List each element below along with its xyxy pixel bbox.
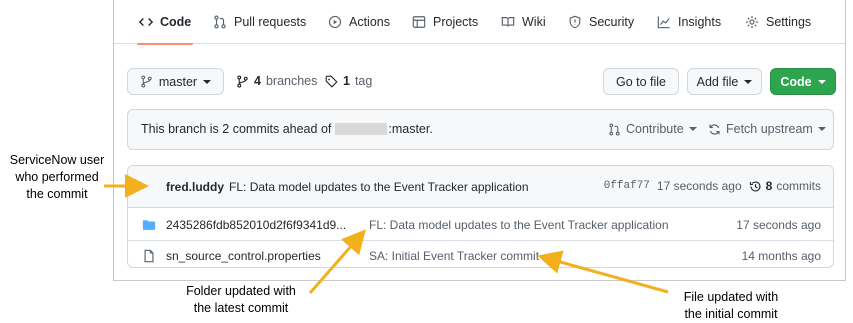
tab-settings[interactable]: Settings <box>745 0 811 44</box>
folder-icon <box>142 220 156 230</box>
add-file-button[interactable]: Add file <box>687 68 762 95</box>
annotation-file-line: File updated with <box>683 290 779 304</box>
tab-pull-requests-label: Pull requests <box>234 15 307 29</box>
file-icon <box>144 249 154 263</box>
commit-age: 17 seconds ago <box>656 179 742 193</box>
branch-status-banner: This branch is 2 commits ahead of :maste… <box>127 109 834 150</box>
redacted-owner <box>335 123 388 135</box>
sync-icon <box>709 123 720 135</box>
commit-sha[interactable]: 0ffaf77 <box>604 180 650 192</box>
tab-projects-label: Projects <box>433 15 479 29</box>
branch-select-button[interactable]: master <box>127 68 224 95</box>
repo-tab-bar: Code Pull requests Actions Projects Wiki… <box>114 0 845 45</box>
tab-actions-label: Actions <box>349 15 390 29</box>
tab-insights[interactable]: Insights <box>657 0 721 44</box>
shield-icon <box>569 15 581 29</box>
history-icon <box>749 180 761 192</box>
tab-wiki-label: Wiki <box>522 15 546 29</box>
commits-label: commits <box>776 179 821 193</box>
file-commit-message[interactable]: FL: Data model updates to the Event Trac… <box>369 218 669 232</box>
tab-projects[interactable]: Projects <box>412 0 478 44</box>
go-to-file-button[interactable]: Go to file <box>603 68 679 95</box>
chevron-down-icon <box>744 79 753 84</box>
annotation-folder: Folder updated with the latest commit <box>171 283 311 317</box>
annotation-folder-line: Folder updated with <box>186 284 296 298</box>
chevron-down-icon <box>817 79 826 84</box>
tab-wiki[interactable]: Wiki <box>501 0 546 44</box>
commit-message[interactable]: FL: Data model updates to the Event Trac… <box>229 180 529 194</box>
file-name[interactable]: 2435286fdb852010d2f6f9341d9... <box>166 218 346 232</box>
commits-history-link[interactable]: 8 commits <box>749 179 821 193</box>
annotation-folder-line: the latest commit <box>193 301 289 315</box>
branch-status-text: This branch is 2 commits ahead of :maste… <box>141 122 433 136</box>
add-file-label: Add file <box>696 74 739 89</box>
branch-status-after: :master. <box>388 122 433 136</box>
tab-pull-requests[interactable]: Pull requests <box>213 0 306 44</box>
branch-icon <box>237 74 248 88</box>
contribute-label: Contribute <box>626 122 684 136</box>
gear-icon <box>746 16 758 28</box>
code-icon <box>139 18 153 26</box>
latest-commit-bar: fred.luddy FL: Data model updates to the… <box>128 166 833 208</box>
file-name[interactable]: sn_source_control.properties <box>166 249 321 263</box>
tab-actions[interactable]: Actions <box>328 0 390 44</box>
go-to-file-label: Go to file <box>615 74 667 89</box>
tab-security-label: Security <box>589 15 635 29</box>
pull-request-icon <box>214 15 226 29</box>
file-commit-message[interactable]: SA: Initial Event Tracker commit <box>369 249 539 263</box>
tab-security[interactable]: Security <box>568 0 634 44</box>
branch-icon <box>141 75 152 88</box>
code-button[interactable]: Code <box>770 68 836 95</box>
annotation-file: File updated with the initial commit <box>661 289 801 323</box>
file-list: fred.luddy FL: Data model updates to the… <box>127 165 834 268</box>
contribute-button[interactable]: Contribute <box>608 122 697 136</box>
tag-icon <box>325 75 338 88</box>
tab-code-label: Code <box>160 15 192 29</box>
latest-commit-meta: 0ffaf77 17 seconds ago 8 commits <box>604 179 821 193</box>
chevron-down-icon <box>688 127 697 131</box>
book-icon <box>501 17 515 27</box>
file-commit-age: 14 months ago <box>741 249 821 263</box>
annotation-user-line: the commit <box>26 187 88 201</box>
branches-link[interactable]: 4 branches <box>236 72 317 90</box>
file-commit-age: 17 seconds ago <box>736 218 821 232</box>
branches-label: branches <box>265 74 318 88</box>
tags-label: tag <box>354 74 373 88</box>
file-row[interactable]: sn_source_control.properties SA: Initial… <box>128 240 833 267</box>
github-repo-screenshot: Code Pull requests Actions Projects Wiki… <box>113 0 846 281</box>
table-icon <box>412 16 426 28</box>
code-button-label: Code <box>780 74 812 89</box>
chevron-down-icon <box>817 127 826 131</box>
tab-insights-label: Insights <box>678 15 722 29</box>
branch-status-before: This branch is 2 commits ahead of <box>141 122 332 136</box>
latest-commit-summary: fred.luddy FL: Data model updates to the… <box>166 180 529 194</box>
pull-request-icon <box>609 123 620 135</box>
annotation-user: ServiceNow user who performed the commit <box>2 152 112 203</box>
play-icon <box>328 15 342 29</box>
branches-count: 4 <box>254 74 261 88</box>
annotation-user-line: ServiceNow user <box>9 153 105 167</box>
commits-count: 8 <box>765 179 773 193</box>
tab-settings-label: Settings <box>766 15 812 29</box>
annotation-user-line: who performed <box>15 170 99 184</box>
chevron-down-icon <box>203 79 212 84</box>
tab-code[interactable]: Code <box>136 0 194 45</box>
fetch-upstream-button[interactable]: Fetch upstream <box>708 122 826 136</box>
tags-count: 1 <box>343 74 350 88</box>
branch-name: master <box>158 74 198 89</box>
commit-author[interactable]: fred.luddy <box>166 180 224 194</box>
file-row[interactable]: 2435286fdb852010d2f6f9341d9... FL: Data … <box>128 210 833 240</box>
fetch-upstream-label: Fetch upstream <box>726 122 813 136</box>
graph-icon <box>657 16 670 29</box>
tags-link[interactable]: 1 tag <box>325 72 372 90</box>
annotation-file-line: the initial commit <box>684 307 778 321</box>
